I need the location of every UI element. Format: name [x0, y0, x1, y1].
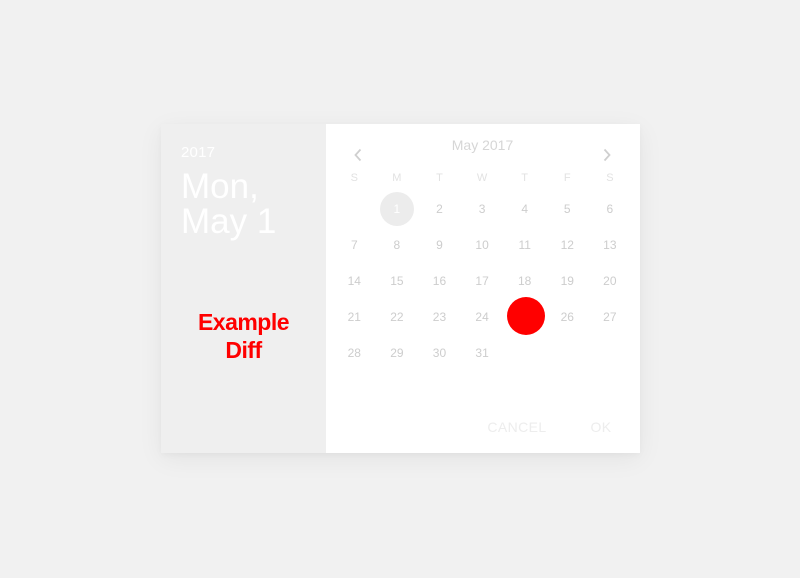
- calendar-day[interactable]: 26: [546, 299, 589, 335]
- calendar-day-number: 5: [563, 202, 571, 216]
- calendar-day[interactable]: 18: [503, 263, 546, 299]
- calendar-day-number: 21: [347, 310, 361, 324]
- calendar-day[interactable]: 17: [461, 263, 504, 299]
- dialog-actions: CANCEL OK: [472, 417, 640, 437]
- calendar-day[interactable]: 12: [546, 227, 589, 263]
- calendar-day[interactable]: 31: [461, 335, 504, 371]
- calendar-panel: May 2017 S M T W T F S 1 2 3 4 5 6 7 8 9 10 11 12 13…: [326, 124, 640, 453]
- weekday-label: F: [563, 172, 571, 184]
- calendar-day-number: 20: [603, 274, 617, 288]
- calendar-empty-cell: [589, 335, 632, 371]
- calendar-empty-cell: [503, 335, 546, 371]
- calendar-day-number: 12: [560, 238, 574, 252]
- selected-date-display: Mon, May 1: [181, 169, 276, 239]
- calendar-day[interactable]: 29: [376, 335, 419, 371]
- calendar-day-number: 3: [478, 202, 486, 216]
- calendar-day[interactable]: 27: [589, 299, 632, 335]
- weekday-label: M: [392, 172, 402, 184]
- calendar-day-number: 10: [475, 238, 489, 252]
- calendar-day-number: 22: [390, 310, 404, 324]
- calendar-week-row: 28 29 30 31: [333, 335, 632, 371]
- calendar-empty-cell: [333, 191, 376, 227]
- ok-button[interactable]: OK: [570, 417, 632, 437]
- calendar-day[interactable]: 6: [589, 191, 632, 227]
- selected-date-weekday: Mon,: [181, 167, 259, 206]
- cancel-button[interactable]: CANCEL: [472, 417, 562, 437]
- calendar-day[interactable]: 21: [333, 299, 376, 335]
- calendar-day-number: 26: [560, 310, 574, 324]
- weekday-label: T: [521, 172, 529, 184]
- calendar-day-number: 27: [603, 310, 617, 324]
- calendar-day-number: 23: [432, 310, 447, 324]
- calendar-day-number: 2: [436, 202, 443, 216]
- calendar-day[interactable]: 7: [333, 227, 376, 263]
- calendar-day[interactable]: 2: [418, 191, 461, 227]
- calendar-day-number: 19: [560, 274, 574, 288]
- weekday-header: S M T W T F S: [333, 172, 631, 184]
- calendar-day-number: 18: [517, 274, 532, 288]
- calendar-day-number: 29: [390, 346, 404, 360]
- next-month-button[interactable]: [590, 138, 624, 172]
- calendar-day-number: 6: [606, 202, 614, 216]
- calendar-day-number: 9: [436, 238, 443, 252]
- calendar-day[interactable]: 19: [546, 263, 589, 299]
- calendar-day-number: 1: [393, 202, 401, 216]
- date-header-panel: 2017 Mon, May 1 Example Diff: [161, 124, 326, 453]
- calendar-day[interactable]: 8: [376, 227, 419, 263]
- calendar-day-number: 17: [475, 274, 489, 288]
- calendar-day-number: 4: [521, 202, 529, 216]
- calendar-day-number: 14: [347, 274, 361, 288]
- calendar-day[interactable]: 1: [376, 191, 419, 227]
- calendar-day[interactable]: 20: [589, 263, 632, 299]
- example-diff-label: Example Diff: [161, 308, 326, 364]
- calendar-day[interactable]: 13: [589, 227, 632, 263]
- example-diff-label-line1: Example: [197, 309, 290, 335]
- calendar-day[interactable]: 15: [376, 263, 419, 299]
- selected-year[interactable]: 2017: [181, 144, 215, 161]
- calendar-day[interactable]: 30: [418, 335, 461, 371]
- calendar-day-number: 28: [347, 346, 361, 360]
- calendar-day-number: 30: [432, 346, 447, 360]
- selected-date-month-day: May 1: [181, 202, 277, 241]
- chevron-right-icon: [603, 148, 611, 162]
- calendar-day[interactable]: 9: [418, 227, 461, 263]
- calendar-day[interactable]: 22: [376, 299, 419, 335]
- calendar-day[interactable]: 5: [546, 191, 589, 227]
- weekday-label: W: [476, 172, 488, 184]
- calendar-day[interactable]: 24: [461, 299, 504, 335]
- calendar-week-row: 14 15 16 17 18 19 20: [333, 263, 632, 299]
- weekday-label: S: [350, 172, 358, 184]
- calendar-day[interactable]: 11: [503, 227, 546, 263]
- calendar-week-row: 1 2 3 4 5 6: [333, 191, 632, 227]
- calendar-day[interactable]: 16: [418, 263, 461, 299]
- calendar-day-number: 31: [475, 346, 489, 360]
- calendar-day-number: 13: [603, 238, 617, 252]
- calendar-day[interactable]: 3: [461, 191, 504, 227]
- calendar-week-row: 7 8 9 10 11 12 13: [333, 227, 632, 263]
- calendar-day[interactable]: 23: [418, 299, 461, 335]
- calendar-day-number: 16: [432, 274, 447, 288]
- calendar-day-number: 8: [393, 238, 401, 252]
- calendar-week-row: 21222324252627: [333, 299, 632, 335]
- calendar-empty-cell: [546, 335, 589, 371]
- example-diff-label-line2: Diff: [225, 337, 262, 363]
- calendar-day[interactable]: 28: [333, 335, 376, 371]
- weekday-label: T: [436, 172, 443, 184]
- calendar-day[interactable]: 10: [461, 227, 504, 263]
- calendar-day-number: 24: [475, 310, 489, 324]
- date-picker-dialog: 2017 Mon, May 1 Example Diff May 2017 S …: [161, 124, 640, 453]
- calendar-day-number: 11: [518, 238, 531, 252]
- calendar-day[interactable]: 14: [333, 263, 376, 299]
- calendar-day[interactable]: 4: [503, 191, 546, 227]
- calendar-day-grid: 1 2 3 4 5 6 7 8 9 10 11 12 13 14 15 16 17 18 19 20 21 22 23 24 2…: [333, 191, 632, 371]
- calendar-day-number: 15: [390, 274, 404, 288]
- weekday-label: S: [606, 172, 614, 184]
- example-diff-marker: [507, 297, 545, 335]
- calendar-day-number: 7: [350, 238, 358, 252]
